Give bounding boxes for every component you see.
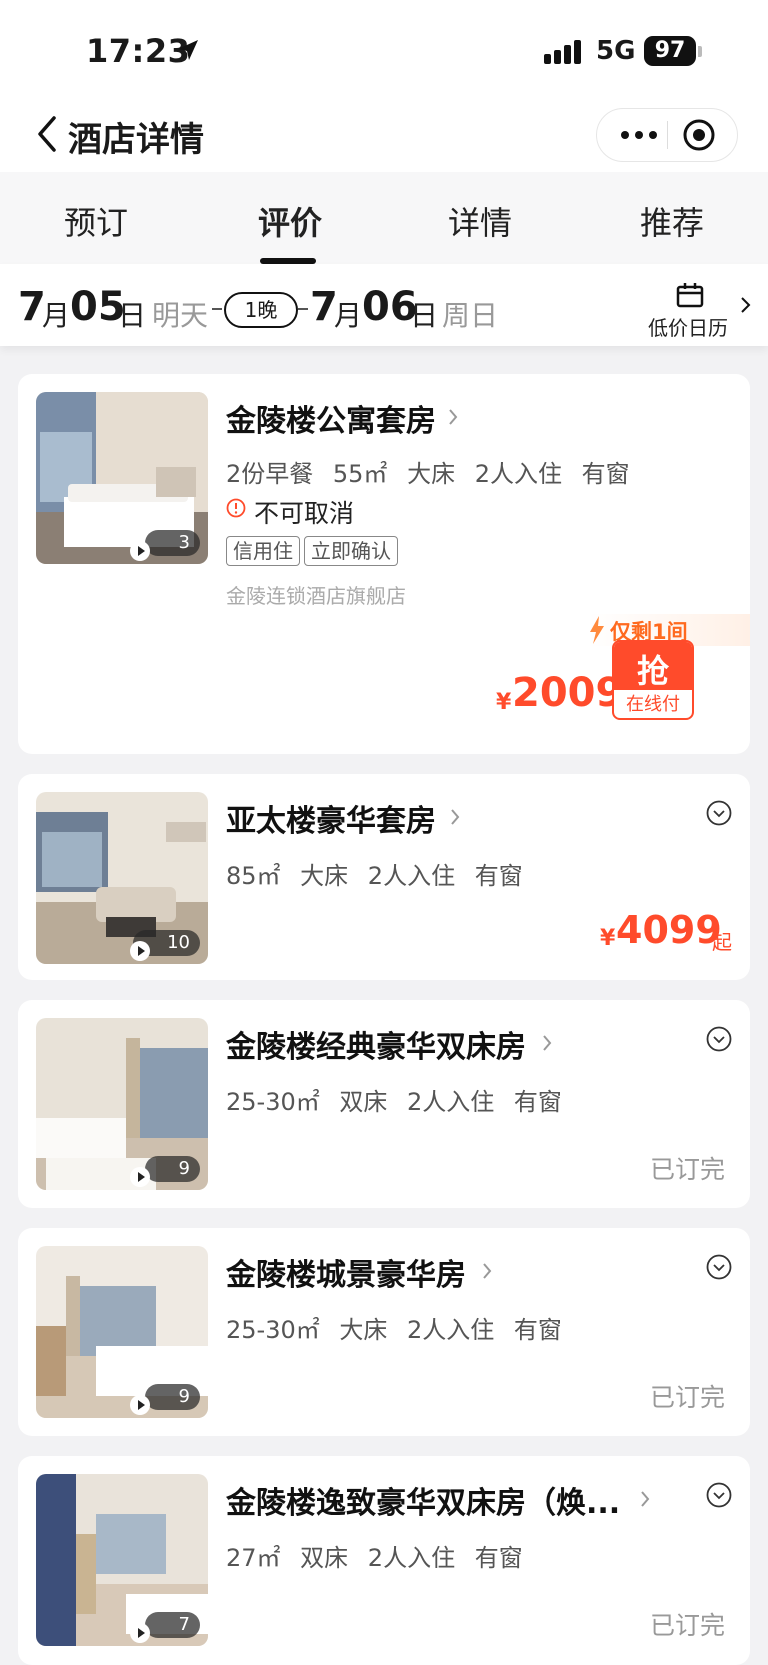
mini-program-capsule [596, 108, 738, 162]
page-title: 酒店详情 [68, 120, 204, 160]
room-photo[interactable]: 10 [36, 792, 208, 964]
status-bar: 17:23 5G 97 [0, 0, 768, 100]
price-suffix: 起 [712, 930, 732, 954]
sold-out-label: 已订完 [650, 1155, 726, 1184]
checkin-month-unit: 月 [42, 299, 71, 332]
room-card[interactable]: 9 金陵楼经典豪华双床房 25-30㎡ 双床 2人入住 有窗 已订完 [18, 1000, 750, 1208]
room-name[interactable]: 金陵楼经典豪华双床房 [226, 1022, 526, 1066]
photo-count-badge: 3 [144, 530, 200, 556]
room-photo[interactable]: 9 [36, 1246, 208, 1418]
play-icon [130, 1395, 150, 1415]
expand-chevron-icon[interactable] [706, 1254, 732, 1280]
back-chevron-icon[interactable] [32, 114, 62, 154]
chevron-right-icon [543, 1035, 552, 1051]
chevron-right-icon [641, 1491, 650, 1507]
tab-bar: 预订 评价 详情 推荐 [0, 172, 768, 264]
date-selector[interactable]: 7 月 05 日 明天 1晚 7 月 06 日 周日 低价日历 [0, 264, 768, 346]
photo-count-badge: 9 [144, 1384, 200, 1410]
price-currency: ¥ [600, 926, 616, 951]
room-info: 25-30㎡ 大床 2人入住 有窗 [226, 1316, 562, 1344]
room-photo[interactable]: 7 [36, 1474, 208, 1646]
room-card[interactable]: 9 金陵楼城景豪华房 25-30㎡ 大床 2人入住 有窗 已订完 [18, 1228, 750, 1436]
battery-icon: 97 [644, 36, 696, 66]
expand-chevron-icon[interactable] [706, 1026, 732, 1052]
room-photo[interactable]: 3 [36, 392, 208, 564]
low-price-calendar-label[interactable]: 低价日历 [648, 312, 728, 341]
room-card[interactable]: 3 金陵楼公寓套房 2份早餐 55㎡ 大床 2人入住 有窗 不可取消 信用住 立… [18, 374, 750, 754]
room-name[interactable]: 金陵楼城景豪华房 [226, 1250, 466, 1294]
price-currency: ¥ [496, 690, 512, 715]
capsule-divider [667, 121, 668, 149]
checkout-weekday: 周日 [442, 299, 499, 332]
tab-booking[interactable]: 预订 [64, 198, 128, 244]
book-button[interactable]: 抢 在线付 [612, 640, 694, 720]
room-info: 85㎡ 大床 2人入住 有窗 [226, 862, 523, 890]
sold-out-label: 已订完 [650, 1611, 726, 1640]
chevron-right-icon[interactable] [740, 296, 752, 314]
lightning-icon [590, 616, 604, 644]
tab-reviews[interactable]: 评价 [258, 198, 322, 244]
room-name[interactable]: 金陵楼公寓套房 [226, 396, 436, 440]
close-target-icon[interactable] [681, 117, 717, 153]
room-price: 2009 [512, 670, 624, 716]
status-time: 17:23 [86, 32, 191, 70]
room-name[interactable]: 金陵楼逸致豪华双床房（焕... [226, 1478, 620, 1522]
play-icon [130, 941, 150, 961]
sold-out-label: 已订完 [650, 1383, 726, 1412]
date-dash [212, 308, 222, 310]
warning-circle-icon [226, 498, 246, 518]
play-icon [130, 1167, 150, 1187]
chevron-right-icon [451, 809, 460, 825]
room-photo[interactable]: 9 [36, 1018, 208, 1190]
photo-count-badge: 9 [144, 1156, 200, 1182]
book-button-label: 抢 [636, 652, 669, 690]
signal-icon [544, 40, 581, 64]
tab-recommend[interactable]: 推荐 [640, 198, 704, 244]
checkin-weekday: 明天 [152, 299, 209, 332]
date-dash [298, 308, 308, 310]
calendar-icon[interactable] [676, 282, 704, 308]
cancel-policy: 不可取消 [254, 499, 355, 528]
tag-instant-confirm: 立即确认 [304, 536, 398, 566]
expand-chevron-icon[interactable] [706, 1482, 732, 1508]
tag-credit: 信用住 [226, 536, 300, 566]
location-arrow-icon [178, 40, 198, 60]
tab-details[interactable]: 详情 [448, 198, 512, 244]
chevron-right-icon [449, 409, 458, 425]
nav-bar: 酒店详情 [0, 100, 768, 172]
book-button-sub: 在线付 [626, 694, 680, 715]
room-name[interactable]: 亚太楼豪华套房 [226, 796, 436, 840]
room-card[interactable]: 7 金陵楼逸致豪华双床房（焕... 27㎡ 双床 2人入住 有窗 已订完 [18, 1456, 750, 1665]
more-icon[interactable] [619, 121, 659, 149]
photo-count-badge: 7 [144, 1612, 200, 1638]
play-icon [130, 1623, 150, 1643]
nights-badge: 1晚 [224, 292, 298, 328]
room-info: 2份早餐 55㎡ 大床 2人入住 有窗 [226, 460, 630, 488]
room-info: 25-30㎡ 双床 2人入住 有窗 [226, 1088, 562, 1116]
room-card[interactable]: 10 亚太楼豪华套房 85㎡ 大床 2人入住 有窗 ¥ 4099 起 [18, 774, 750, 980]
room-info: 27㎡ 双床 2人入住 有窗 [226, 1544, 523, 1572]
network-type: 5G [596, 36, 636, 66]
room-price: 4099 [616, 908, 722, 952]
checkin-day-unit: 日 [118, 299, 147, 332]
expand-chevron-icon[interactable] [706, 800, 732, 826]
play-icon [130, 541, 150, 561]
battery-tip [698, 46, 702, 57]
chevron-right-icon [483, 1263, 492, 1279]
checkout-day-unit: 日 [410, 299, 439, 332]
checkout-month-unit: 月 [334, 299, 363, 332]
shop-name: 金陵连锁酒店旗舰店 [226, 584, 406, 608]
